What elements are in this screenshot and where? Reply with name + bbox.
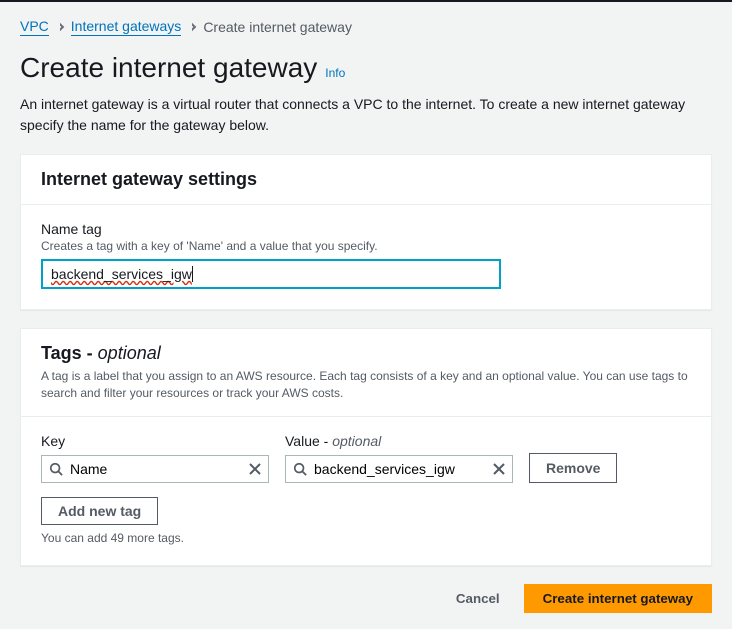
clear-icon[interactable] — [249, 463, 261, 475]
tag-limit-text: You can add 49 more tags. — [41, 531, 691, 545]
page-title: Create internet gateway — [20, 52, 317, 84]
remove-tag-button[interactable]: Remove — [529, 453, 617, 483]
search-icon — [49, 462, 63, 476]
breadcrumb: VPC Internet gateways Create internet ga… — [20, 18, 712, 36]
search-icon — [293, 462, 307, 476]
breadcrumb-igw-link[interactable]: Internet gateways — [71, 18, 182, 36]
tag-value-input[interactable] — [285, 455, 513, 483]
name-tag-label: Name tag — [41, 221, 691, 237]
tags-panel: Tags - optional A tag is a label that yo… — [20, 328, 712, 566]
name-tag-input[interactable]: backend_services_igw — [41, 259, 501, 289]
page-description: An internet gateway is a virtual router … — [20, 94, 712, 136]
tag-value-label: Value - optional — [285, 433, 513, 449]
name-tag-hint: Creates a tag with a key of 'Name' and a… — [41, 239, 691, 253]
tag-key-label: Key — [41, 433, 269, 449]
create-internet-gateway-button[interactable]: Create internet gateway — [524, 584, 712, 613]
cancel-button[interactable]: Cancel — [448, 584, 508, 613]
tag-key-input[interactable] — [41, 455, 269, 483]
breadcrumb-vpc-link[interactable]: VPC — [20, 18, 49, 36]
clear-icon[interactable] — [493, 463, 505, 475]
tag-row: Key Value - optional Remove — [41, 433, 691, 483]
tags-panel-desc: A tag is a label that you assign to an A… — [41, 368, 691, 402]
action-buttons: Cancel Create internet gateway — [20, 584, 712, 613]
add-new-tag-button[interactable]: Add new tag — [41, 497, 158, 525]
tags-panel-title: Tags - optional — [41, 343, 691, 364]
info-link[interactable]: Info — [325, 66, 345, 80]
breadcrumb-current: Create internet gateway — [203, 19, 352, 35]
chevron-right-icon — [56, 23, 64, 31]
settings-panel: Internet gateway settings Name tag Creat… — [20, 154, 712, 310]
chevron-right-icon — [188, 23, 196, 31]
settings-panel-title: Internet gateway settings — [41, 169, 691, 190]
